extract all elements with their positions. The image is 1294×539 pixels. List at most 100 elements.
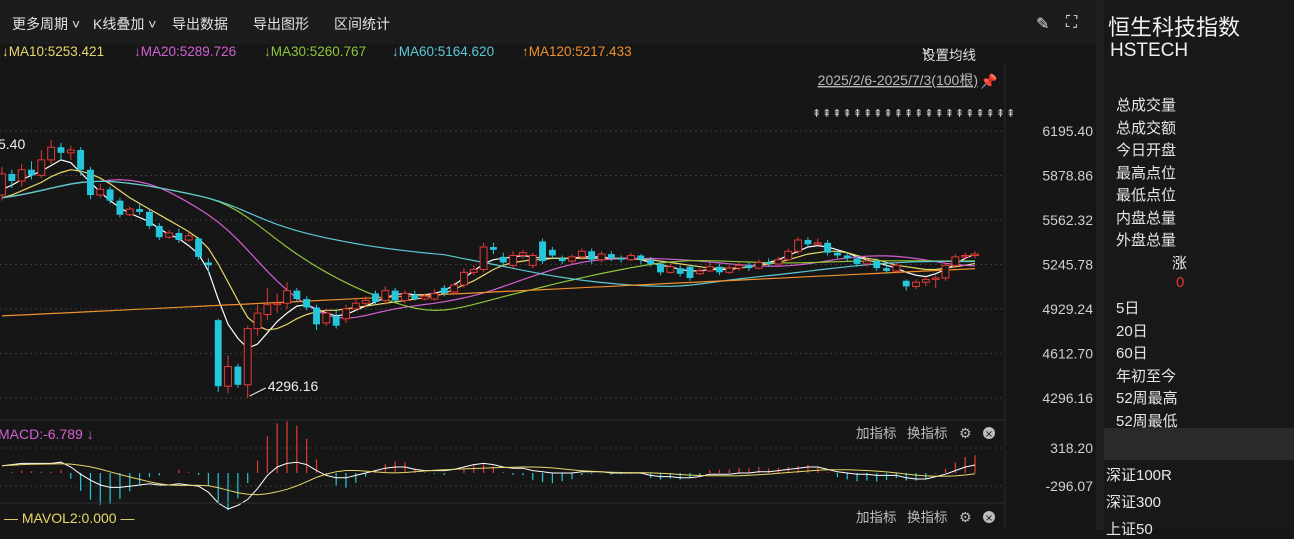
candle-body: [283, 290, 291, 304]
candle-body: [332, 315, 340, 326]
candle-body: [735, 264, 744, 269]
index-link-0[interactable]: 深证100R: [1106, 464, 1172, 485]
candle-body: [77, 150, 85, 170]
candle-body: [804, 240, 812, 245]
candle-body: [195, 238, 203, 257]
stat-label-2: 今日开盘: [1116, 142, 1177, 159]
candle-body: [705, 266, 714, 272]
candle-body: [637, 255, 645, 260]
settings-ma-button[interactable]: 设置均线 ˅: [922, 44, 976, 63]
macd-switch-indicator-button[interactable]: 换指标: [907, 426, 948, 441]
candle-body: [813, 242, 822, 245]
more-period-menu[interactable]: 更多周期 ˅: [12, 14, 80, 34]
candle-body: [106, 189, 114, 201]
candle-body: [381, 290, 390, 301]
candle-body: [657, 263, 664, 273]
candle-body: [440, 287, 448, 294]
candle-body: [607, 254, 615, 259]
vol-add-indicator-button[interactable]: 加指标: [856, 510, 897, 525]
macd-dea-line: [1, 463, 976, 496]
candle-body: [57, 147, 65, 153]
kline-overlay-menu[interactable]: K线叠加 ˅: [93, 14, 156, 34]
candle-body: [253, 312, 262, 330]
candle-body: [509, 254, 518, 266]
y-tick-label: 6195.40: [1042, 123, 1093, 139]
date-range-label[interactable]: 2025/2/6-2025/7/3(100根): [818, 72, 978, 88]
candle-body: [824, 242, 832, 253]
candle-body: [313, 307, 320, 325]
ma120-line: [1, 268, 976, 317]
ma60-line: [1, 180, 975, 287]
candle-body: [87, 169, 94, 196]
candle-body: [411, 294, 419, 300]
stat-label-3: 最高点位: [1116, 164, 1177, 182]
low-value-pointer: [249, 387, 266, 397]
candle-body: [765, 262, 773, 264]
brush-icon[interactable]: ✎: [1036, 14, 1049, 34]
stat-label-5: 内盘总量: [1116, 209, 1177, 227]
candle-body: [303, 299, 311, 308]
macd-gear-icon[interactable]: ⚙: [959, 426, 972, 442]
vol-close-glyph: ×: [985, 513, 993, 524]
range-stats-button[interactable]: 区间统计: [334, 14, 390, 34]
period-label-0: 5日: [1116, 300, 1140, 317]
marker-row: ⇞⇞⇞⇞⇞⇞⇞⇞⇞⇞⇞⇞⇞⇞⇞⇞⇞⇞⇞⇞: [812, 107, 1016, 120]
candle-body: [774, 259, 783, 265]
period-label-1: 20日: [1116, 322, 1148, 340]
candle-body: [745, 265, 753, 269]
stat-label-1: 总成交额: [1116, 119, 1177, 137]
candle-body: [518, 252, 527, 256]
y-tick-label: 4296.16: [1042, 390, 1093, 406]
candle-body: [273, 302, 282, 306]
ma-legend: ↓MA10:5253.421 ↓MA20:5289.726 ↓MA30:5260…: [0, 44, 1098, 64]
candle-body: [17, 169, 26, 182]
kline-chart[interactable]: 6195.40 5878.86 5562.32 5245.78 4929.24 4612.…: [0, 64, 1096, 530]
macd-label: MACD:-6.789 ↓: [0, 426, 94, 442]
y-tick-label: 5245.78: [1042, 257, 1093, 273]
candle-body: [676, 268, 684, 274]
stat-label-4: 最低点位: [1116, 187, 1177, 204]
panel-divider[interactable]: [1096, 0, 1104, 530]
candle-body: [843, 255, 851, 259]
candle-body: [430, 292, 439, 300]
vol-switch-indicator-button[interactable]: 换指标: [907, 510, 948, 525]
candle-body: [666, 266, 675, 273]
candle-body: [37, 159, 46, 176]
candle-body: [342, 308, 350, 320]
macd-add-indicator-button[interactable]: 加指标: [856, 426, 897, 441]
ma60-legend: ↓MA60:5164.620: [392, 44, 495, 59]
candle-body: [145, 211, 153, 226]
ma5-line: [1, 159, 976, 350]
candle-body: [862, 260, 871, 265]
candle-body: [568, 256, 576, 262]
export-data-button[interactable]: 导出数据: [172, 14, 228, 34]
vol-gear-icon[interactable]: ⚙: [959, 510, 972, 526]
candle-body: [47, 146, 56, 161]
candle-body: [125, 208, 134, 216]
index-link-1[interactable]: 深证300: [1106, 491, 1161, 512]
candle-body: [833, 252, 841, 256]
export-chart-button[interactable]: 导出图形: [253, 14, 309, 34]
candle-body: [0, 173, 6, 196]
index-link-2[interactable]: 上证50: [1106, 518, 1153, 539]
high-value-label: 5.40: [0, 136, 25, 152]
chart-toolbar: 更多周期 ˅ K线叠加 ˅ 导出数据 导出图形 区间统计 ✎ ⛶: [0, 0, 1098, 44]
candle-body: [951, 256, 960, 266]
candle-body: [175, 232, 183, 241]
candle-body: [293, 290, 301, 300]
index-code: HSTECH: [1110, 40, 1189, 61]
candle-body: [263, 304, 272, 316]
y-tick-label: 5878.86: [1042, 168, 1093, 184]
candle-body: [695, 270, 704, 275]
candle-body: [420, 295, 429, 300]
candle-body: [647, 259, 655, 264]
pin-icon[interactable]: 📌: [980, 72, 998, 90]
ma30-legend: ↓MA30:5260.767: [264, 44, 367, 59]
candle-body: [28, 169, 35, 176]
macd-dif-line: [1, 461, 976, 510]
low-value-label: 4296.16: [268, 378, 319, 394]
fullscreen-icon[interactable]: ⛶: [1066, 14, 1077, 32]
right-info-panel: 恒生科技指数 HSTECH 总成交量 总成交额 今日开盘 最高点位 最低点位 内盘总量 外盘…: [1104, 0, 1294, 538]
ma20-legend: ↓MA20:5289.726: [134, 44, 237, 59]
candle-body: [528, 254, 537, 266]
